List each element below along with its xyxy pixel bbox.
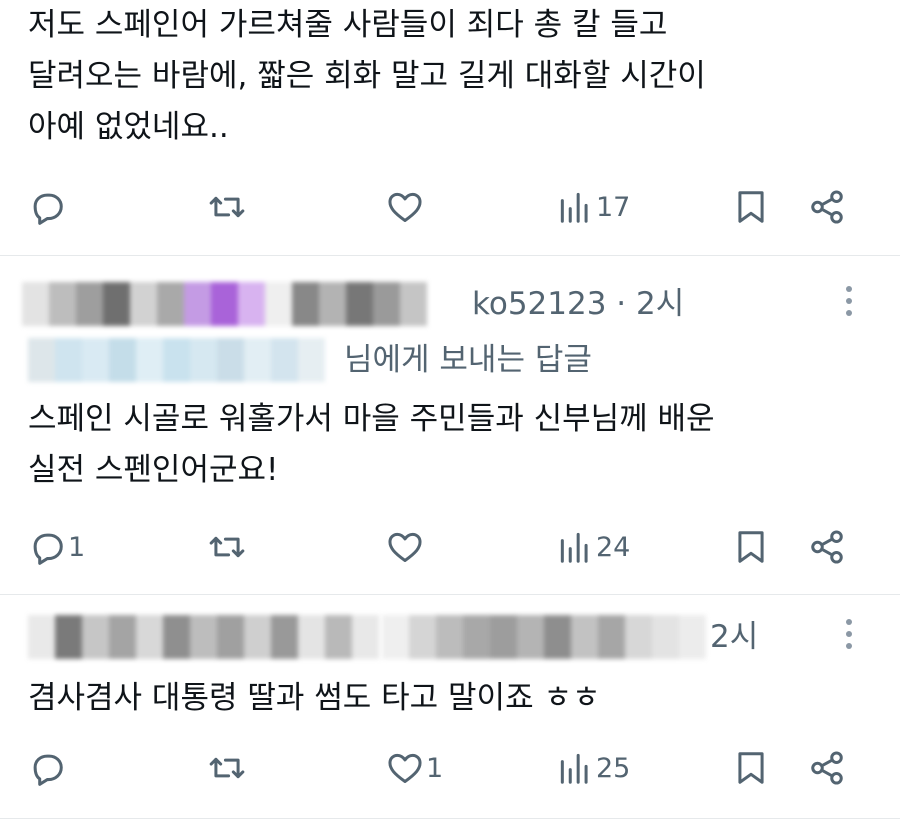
reply-icon [33, 193, 63, 225]
heart-icon [388, 192, 422, 222]
repost-icon [209, 757, 245, 779]
views-button[interactable]: 17 [556, 182, 630, 232]
bookmark-icon [738, 191, 764, 223]
bookmark-button[interactable] [732, 522, 770, 572]
reply-button[interactable]: 1 [28, 522, 85, 572]
reply-button[interactable] [28, 182, 68, 232]
share-button[interactable] [808, 182, 846, 232]
divider [0, 818, 900, 819]
share-icon [811, 530, 843, 564]
tweet-text: 겸사겸사 대통령 딸과 썸도 타고 말이죠 ㅎㅎ [28, 680, 601, 716]
reply-to-text: 님에게 보내는 답글 [344, 342, 592, 378]
action-bar: 17 [0, 182, 900, 232]
bookmark-button[interactable] [732, 182, 770, 232]
views-button[interactable]: 24 [556, 522, 630, 572]
reply-button[interactable] [28, 743, 68, 793]
tweet-header: 2시 [22, 615, 882, 659]
tweet-1[interactable]: 저도 스페인어 가르쳐줄 사람들이 죄다 총 칼 들고 달려오는 바람에, 짧은… [0, 0, 900, 255]
views-button[interactable]: 25 [556, 743, 630, 793]
view-count: 17 [596, 191, 631, 223]
more-icon[interactable] [844, 286, 854, 322]
blurred-username [22, 282, 427, 326]
heart-icon [388, 753, 422, 783]
bookmark-icon [738, 531, 764, 563]
repost-button[interactable] [208, 743, 248, 793]
view-count: 24 [596, 531, 631, 563]
action-bar: 1 25 [0, 743, 900, 793]
tweet-header: ko52123 · 2시 [22, 282, 882, 326]
reply-to-line: 님에게 보내는 답글 [22, 338, 662, 382]
tweet-text: 저도 스페인어 가르쳐줄 사람들이 죄다 총 칼 들고 달려오는 바람에, 짧은… [28, 7, 706, 145]
like-count: 1 [426, 752, 444, 784]
handle-time[interactable]: 2시 [710, 615, 758, 659]
views-icon [560, 192, 588, 223]
tweet-3[interactable]: 2시 겸사겸사 대통령 딸과 썸도 타고 말이죠 ㅎㅎ 1 25 [0, 595, 900, 815]
handle-time[interactable]: ko52123 · 2시 [472, 282, 684, 326]
share-button[interactable] [808, 522, 846, 572]
repost-icon [209, 536, 245, 558]
like-button[interactable] [386, 522, 426, 572]
blurred-reply-target [28, 338, 325, 382]
more-icon[interactable] [844, 619, 854, 655]
bookmark-button[interactable] [732, 743, 770, 793]
reply-count: 1 [68, 531, 86, 563]
views-icon [560, 753, 588, 784]
heart-icon [388, 532, 422, 562]
views-icon [560, 532, 588, 563]
tweet-text: 스페인 시골로 워홀가서 마을 주민들과 신부님께 배운 실전 스펜인어군요! [28, 401, 715, 488]
blurred-username [28, 615, 379, 659]
reply-icon [33, 754, 63, 786]
share-icon [811, 190, 843, 224]
repost-icon [209, 196, 245, 218]
share-icon [811, 751, 843, 785]
blurred-handle [382, 615, 706, 659]
view-count: 25 [596, 752, 631, 784]
bookmark-icon [738, 752, 764, 784]
action-bar: 1 24 [0, 522, 900, 572]
like-button[interactable]: 1 [386, 743, 443, 793]
like-button[interactable] [386, 182, 426, 232]
reply-icon [33, 533, 63, 565]
repost-button[interactable] [208, 182, 248, 232]
repost-button[interactable] [208, 522, 248, 572]
share-button[interactable] [808, 743, 846, 793]
tweet-2[interactable]: ko52123 · 2시 님에게 보내는 답글 스페인 시골로 워홀가서 마을 … [0, 256, 900, 594]
